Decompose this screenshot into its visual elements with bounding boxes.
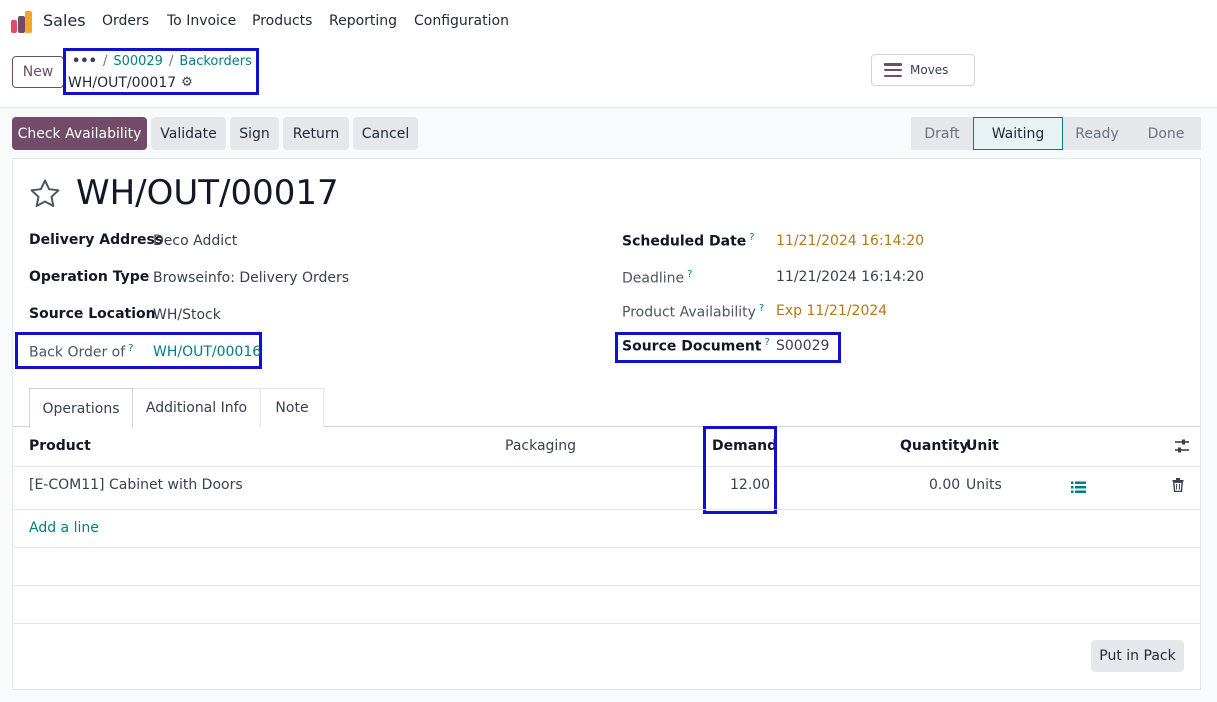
- breadcrumb-item-backorders[interactable]: Backorders: [179, 54, 252, 69]
- demand-highlight: [703, 426, 777, 514]
- deadline-label: Deadline?: [622, 269, 693, 287]
- menu-reporting[interactable]: Reporting: [329, 13, 397, 29]
- details-list-icon[interactable]: [1071, 481, 1086, 494]
- source-document-field[interactable]: S00029: [776, 338, 829, 354]
- operation-type-field[interactable]: Browseinfo: Delivery Orders: [153, 270, 349, 286]
- source-document-label: Source Document?: [622, 337, 770, 355]
- scheduled-date-field[interactable]: 11/21/2024 16:14:20: [776, 233, 924, 249]
- gear-icon[interactable]: ⚙: [181, 76, 193, 89]
- validate-button[interactable]: Validate: [151, 117, 226, 150]
- menu-configuration[interactable]: Configuration: [414, 13, 509, 29]
- row-divider: [13, 623, 1200, 624]
- return-button[interactable]: Return: [283, 117, 349, 150]
- scheduled-date-label: Scheduled Date?: [622, 232, 755, 250]
- help-icon[interactable]: ?: [765, 337, 770, 348]
- check-availability-button[interactable]: Check Availability: [12, 117, 147, 150]
- column-unit[interactable]: Unit: [966, 438, 999, 454]
- menu-orders[interactable]: Orders: [102, 13, 149, 29]
- record-title: WH/OUT/00017: [76, 173, 339, 213]
- new-button[interactable]: New: [12, 56, 64, 88]
- stage-draft[interactable]: Draft: [911, 117, 973, 150]
- menu-products[interactable]: Products: [252, 13, 312, 29]
- column-product[interactable]: Product: [29, 438, 91, 454]
- back-order-of-link[interactable]: WH/OUT/00016: [153, 344, 261, 360]
- app-logo-icon[interactable]: [11, 11, 33, 33]
- status-bar: Draft Waiting Ready Done: [911, 117, 1201, 150]
- row-quantity[interactable]: 0.00: [929, 477, 960, 493]
- row-product[interactable]: [E-COM11] Cabinet with Doors: [29, 477, 243, 493]
- current-record-name: WH/OUT/00017: [68, 75, 177, 91]
- row-divider: [13, 547, 1200, 548]
- deadline-field[interactable]: 11/21/2024 16:14:20: [776, 269, 924, 285]
- stage-ready[interactable]: Ready: [1063, 117, 1131, 150]
- help-icon[interactable]: ?: [759, 303, 764, 314]
- help-icon[interactable]: ?: [128, 343, 133, 354]
- tab-note[interactable]: Note: [260, 388, 324, 427]
- column-quantity[interactable]: Quantity: [900, 438, 969, 454]
- product-availability-field: Exp 11/21/2024: [776, 303, 888, 319]
- breadcrumb-item-order[interactable]: S00029: [113, 54, 163, 69]
- star-icon[interactable]: [28, 177, 62, 211]
- top-navbar: Sales Orders To Invoice Products Reporti…: [0, 0, 1217, 44]
- operation-type-label: Operation Type: [29, 269, 150, 285]
- row-divider: [13, 585, 1200, 586]
- list-icon: [884, 63, 902, 77]
- tab-additional-info[interactable]: Additional Info: [132, 388, 261, 427]
- header-divider: [13, 466, 1200, 467]
- delivery-address-label: Delivery Address: [29, 232, 164, 248]
- help-icon[interactable]: ?: [687, 269, 692, 280]
- help-icon[interactable]: ?: [749, 232, 754, 243]
- add-line-link[interactable]: Add a line: [29, 520, 99, 536]
- delivery-address-field[interactable]: Deco Addict: [153, 233, 237, 249]
- breadcrumb-current: WH/OUT/00017 ⚙: [68, 75, 193, 91]
- sign-button[interactable]: Sign: [230, 117, 279, 150]
- stage-waiting[interactable]: Waiting: [973, 117, 1063, 150]
- cancel-button[interactable]: Cancel: [353, 117, 418, 150]
- menu-to-invoice[interactable]: To Invoice: [167, 13, 236, 29]
- back-order-of-label: Back Order of?: [29, 343, 134, 361]
- breadcrumb-ellipsis[interactable]: •••: [72, 54, 97, 69]
- row-divider: [13, 509, 1200, 510]
- column-packaging[interactable]: Packaging: [505, 438, 576, 454]
- stage-done[interactable]: Done: [1131, 117, 1201, 150]
- optional-columns-icon[interactable]: [1174, 439, 1190, 453]
- put-in-pack-button[interactable]: Put in Pack: [1091, 640, 1184, 672]
- app-name[interactable]: Sales: [43, 11, 86, 30]
- trash-icon[interactable]: [1172, 478, 1184, 492]
- breadcrumb: ••• / S00029/Backorders: [72, 54, 252, 69]
- moves-label: Moves: [910, 63, 949, 77]
- source-location-field[interactable]: WH/Stock: [153, 307, 221, 323]
- moves-button[interactable]: Moves: [871, 54, 975, 86]
- control-panel: New ••• / S00029/Backorders WH/OUT/00017 ⚙…: [0, 44, 1217, 108]
- source-location-label: Source Location: [29, 306, 156, 322]
- row-unit[interactable]: Units: [966, 477, 1002, 493]
- tab-operations[interactable]: Operations: [29, 388, 133, 428]
- product-availability-label: Product Availability?: [622, 303, 765, 321]
